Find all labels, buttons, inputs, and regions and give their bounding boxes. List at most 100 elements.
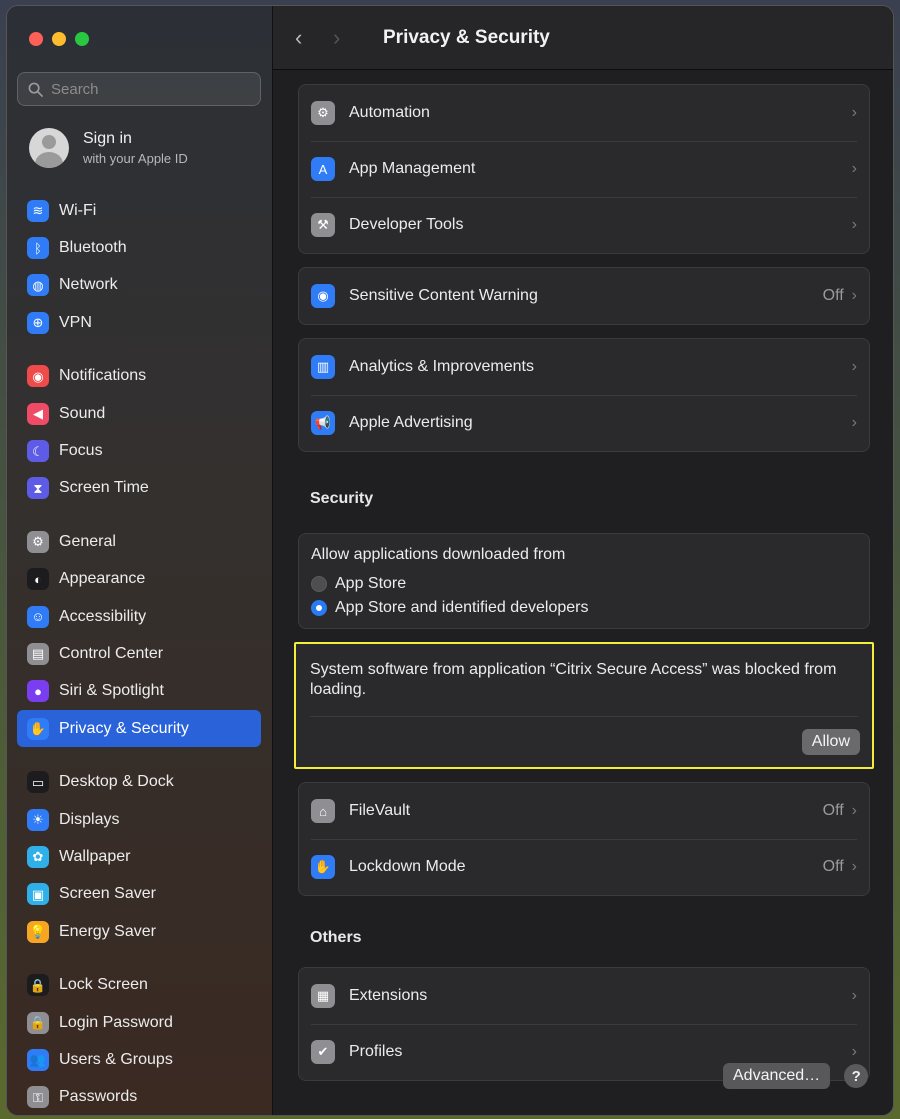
desktop-dock-icon: ▭ xyxy=(27,771,49,794)
sidebar-item-label: Bluetooth xyxy=(59,239,127,257)
sidebar-nav: ≋ Wi-Fi ᛒ Bluetooth ◍ Network ⊕ VPN ◉ Notificatio… xyxy=(17,192,261,1115)
users-icon: 👥 xyxy=(27,1048,49,1071)
lock-icon: 🔒 xyxy=(27,974,49,997)
sidebar-item-screen-time[interactable]: ⧗ Screen Time xyxy=(17,470,261,507)
sidebar-item-focus[interactable]: ☾ Focus xyxy=(17,432,261,469)
sidebar-item-label: Desktop & Dock xyxy=(59,773,174,791)
settings-row-analytics-improvements[interactable]: ▥ Analytics & Improvements › xyxy=(299,339,869,395)
allow-button[interactable]: Allow xyxy=(801,729,860,755)
sidebar-item-bluetooth[interactable]: ᛒ Bluetooth xyxy=(17,229,261,266)
row-label: FileVault xyxy=(349,802,411,819)
minimize-button[interactable] xyxy=(52,32,66,46)
hammer-icon: ⚒ xyxy=(311,213,335,237)
chevron-right-icon: › xyxy=(851,160,857,177)
sidebar-item-general[interactable]: ⚙ General xyxy=(17,523,261,560)
settings-row-app-management[interactable]: A App Management › xyxy=(299,141,869,197)
wallpaper-icon: ✿ xyxy=(27,845,49,868)
sidebar-item-displays[interactable]: ☀ Displays xyxy=(17,801,261,838)
window-controls xyxy=(29,32,89,46)
radio-app-store[interactable]: App Store xyxy=(311,572,857,596)
sidebar-item-label: General xyxy=(59,532,116,550)
chevron-right-icon: › xyxy=(851,358,857,375)
bluetooth-icon: ᛒ xyxy=(27,237,49,260)
sidebar-item-label: Users & Groups xyxy=(59,1050,173,1068)
sound-icon: ◀ xyxy=(27,402,49,425)
radio-indicator[interactable] xyxy=(311,600,327,616)
sidebar-item-passwords[interactable]: ⚿ Passwords xyxy=(17,1079,261,1115)
sidebar-item-notifications[interactable]: ◉ Notifications xyxy=(17,358,261,395)
search-icon xyxy=(28,82,43,97)
sidebar-item-appearance[interactable]: ◐ Appearance xyxy=(17,561,261,598)
screen-time-icon: ⧗ xyxy=(27,477,49,500)
chevron-right-icon: › xyxy=(851,802,857,819)
row-label: App Management xyxy=(349,160,476,177)
key-icon: ⚿ xyxy=(27,1086,49,1109)
back-button[interactable]: ‹ xyxy=(295,25,315,51)
sidebar-item-vpn[interactable]: ⊕ VPN xyxy=(17,304,261,341)
sidebar-item-privacy-security[interactable]: ✋ Privacy & Security xyxy=(17,710,261,748)
sidebar-item-desktop-dock[interactable]: ▭ Desktop & Dock xyxy=(17,763,261,800)
sidebar-item-screen-saver[interactable]: ▣ Screen Saver xyxy=(17,876,261,913)
apple-id-sign-in[interactable]: Sign in with your Apple ID xyxy=(29,128,188,168)
sidebar-item-label: Wi-Fi xyxy=(59,201,97,219)
sidebar-item-network[interactable]: ◍ Network xyxy=(17,267,261,304)
radio-identified-developers[interactable]: App Store and identified developers xyxy=(311,596,857,620)
privacy-group-content-warning: ◉ Sensitive Content Warning Off › xyxy=(298,267,870,325)
footer-buttons: Advanced… ? xyxy=(723,1063,869,1089)
settings-row-lockdown-mode[interactable]: ✋ Lockdown Mode Off › xyxy=(299,839,869,895)
sidebar-item-label: VPN xyxy=(59,313,92,331)
search-input[interactable] xyxy=(51,80,231,98)
sidebar-item-lock-screen[interactable]: 🔒 Lock Screen xyxy=(17,966,261,1003)
sidebar: Sign in with your Apple ID ≋ Wi-Fi ᛒ Blueto… xyxy=(7,6,273,1115)
megaphone-icon: 📢 xyxy=(311,411,335,435)
account-title: Sign in xyxy=(83,130,132,147)
sidebar-item-control-center[interactable]: ▤ Control Center xyxy=(17,635,261,672)
settings-row-developer-tools[interactable]: ⚒ Developer Tools › xyxy=(299,197,869,253)
sidebar-item-label: Lock Screen xyxy=(59,976,148,994)
sidebar-item-users-groups[interactable]: 👥 Users & Groups xyxy=(17,1041,261,1078)
advanced-button[interactable]: Advanced… xyxy=(723,1063,831,1089)
settings-window: Sign in with your Apple ID ≋ Wi-Fi ᛒ Blueto… xyxy=(6,5,894,1116)
sidebar-item-label: Privacy & Security xyxy=(59,719,189,737)
sidebar-item-sound[interactable]: ◀ Sound xyxy=(17,395,261,432)
sidebar-item-label: Appearance xyxy=(59,570,146,588)
checkmark-shield-icon: ✔ xyxy=(311,1040,335,1064)
sidebar-item-label: Login Password xyxy=(59,1013,173,1031)
settings-row-apple-advertising[interactable]: 📢 Apple Advertising › xyxy=(299,395,869,451)
row-label: Profiles xyxy=(349,1043,403,1060)
sidebar-item-energy-saver[interactable]: 💡 Energy Saver xyxy=(17,913,261,950)
sidebar-item-login-password[interactable]: 🔒 Login Password xyxy=(17,1004,261,1041)
nav-group-gap xyxy=(17,747,261,763)
sidebar-item-wallpaper[interactable]: ✿ Wallpaper xyxy=(17,838,261,875)
sidebar-item-label: Energy Saver xyxy=(59,922,156,940)
login-password-icon: 🔒 xyxy=(27,1011,49,1034)
sidebar-item-label: Focus xyxy=(59,442,103,460)
settings-row-extensions[interactable]: ▦ Extensions › xyxy=(299,968,869,1024)
sidebar-item-label: Accessibility xyxy=(59,607,147,625)
search-box[interactable] xyxy=(17,72,261,106)
settings-row-automation[interactable]: ⚙ Automation › xyxy=(299,85,869,141)
row-value: Off xyxy=(822,802,844,819)
row-label: Apple Advertising xyxy=(349,414,473,431)
nav-group-gap xyxy=(17,507,261,523)
sidebar-item-label: Network xyxy=(59,276,118,294)
sidebar-item-label: Sound xyxy=(59,404,106,422)
network-icon: ◍ xyxy=(27,274,49,297)
row-label: Extensions xyxy=(349,987,428,1004)
zoom-button[interactable] xyxy=(75,32,89,46)
chevron-right-icon: › xyxy=(851,287,857,304)
settings-row-filevault[interactable]: ⌂ FileVault Off › xyxy=(299,783,869,839)
blocked-message: System software from application “Citrix… xyxy=(310,661,837,698)
sidebar-item-accessibility[interactable]: ☺ Accessibility xyxy=(17,598,261,635)
wifi-icon: ≋ xyxy=(27,199,49,222)
help-button[interactable]: ? xyxy=(844,1064,869,1088)
close-button[interactable] xyxy=(29,32,43,46)
chevron-right-icon: › xyxy=(851,1043,857,1060)
sidebar-item-siri-spotlight[interactable]: ● Siri & Spotlight xyxy=(17,673,261,710)
sidebar-item-wi-fi[interactable]: ≋ Wi-Fi xyxy=(17,192,261,229)
settings-row-sensitive-content-warning[interactable]: ◉ Sensitive Content Warning Off › xyxy=(299,268,869,324)
accessibility-icon: ☺ xyxy=(27,605,49,628)
appearance-icon: ◐ xyxy=(27,568,49,591)
radio-indicator[interactable] xyxy=(311,576,327,592)
forward-button[interactable]: › xyxy=(333,25,353,51)
